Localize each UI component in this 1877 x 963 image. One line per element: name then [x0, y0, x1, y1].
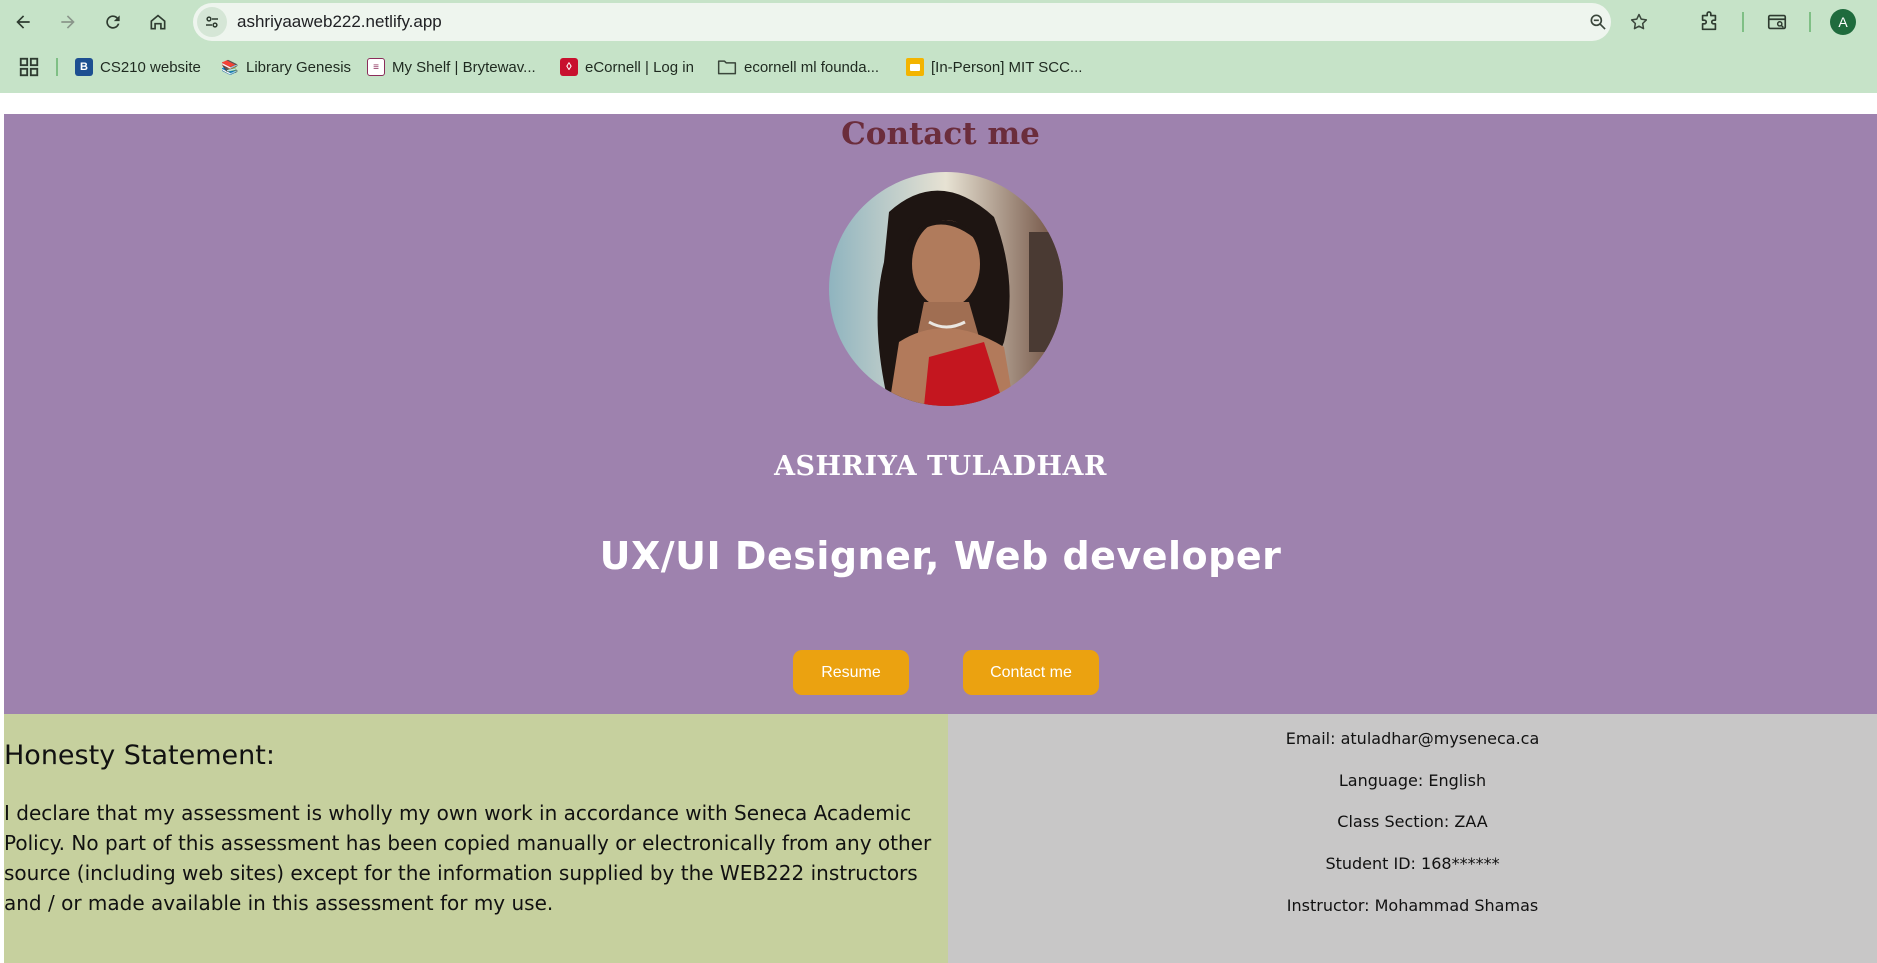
mit-favicon [906, 58, 924, 76]
toolbar-divider [1809, 12, 1811, 32]
home-icon [150, 14, 166, 30]
cs210-favicon: B [75, 58, 93, 76]
profile-avatar[interactable]: A [1830, 9, 1856, 35]
bookmark-star-button[interactable] [1628, 11, 1650, 33]
ecornell-favicon: ◊ [560, 58, 578, 76]
student-info-section: Email: atuladhar@myseneca.ca Language: E… [948, 714, 1877, 963]
honesty-heading: Honesty Statement: [4, 740, 275, 771]
navigation-toolbar: ashriyaaweb222.netlify.app A [0, 0, 1877, 44]
page-title: Contact me [841, 116, 1040, 152]
person-name: ASHRIYA TULADHAR [774, 451, 1107, 482]
address-bar[interactable]: ashriyaaweb222.netlify.app [193, 3, 1648, 41]
brytewave-favicon: ≡ [367, 58, 385, 76]
web-page: Contact me ASHRIYA TULADHAR UX/UI Design… [4, 114, 1877, 963]
bookmark-label: My Shelf | Brytewav... [392, 58, 536, 76]
extensions-button[interactable] [1695, 8, 1723, 36]
back-button[interactable] [8, 7, 38, 37]
forward-button[interactable] [53, 7, 83, 37]
bookmark-label: Library Genesis [246, 58, 352, 76]
apps-grid-icon[interactable] [18, 56, 40, 78]
bookmarks-bar: B CS210 website 📚 Library Genesis ≡ My S… [0, 50, 1877, 84]
class-section-text: Class Section: ZAA [1337, 812, 1488, 831]
zoom-button[interactable] [1587, 11, 1609, 33]
tab-search-icon [1767, 14, 1787, 30]
hero-section: Contact me ASHRIYA TULADHAR UX/UI Design… [4, 114, 1877, 714]
bookmark-label: ecornell ml founda... [744, 58, 880, 76]
star-icon [1630, 13, 1648, 30]
puzzle-icon [1701, 11, 1717, 31]
libgen-favicon: 📚 [221, 58, 239, 75]
folder-icon [717, 60, 737, 75]
honesty-statement-section: Honesty Statement: I declare that my ass… [4, 714, 948, 963]
email-text: Email: atuladhar@myseneca.ca [1285, 729, 1540, 748]
bookmark-folder-ecornell-ml[interactable]: ecornell ml founda... [717, 56, 879, 78]
resume-button[interactable]: Resume [793, 650, 909, 695]
language-text: Language: English [1338, 771, 1487, 790]
bookmark-label: eCornell | Log in [585, 58, 694, 76]
url-text[interactable]: ashriyaaweb222.netlify.app [237, 12, 442, 32]
reload-button[interactable] [98, 7, 128, 37]
home-button[interactable] [143, 7, 173, 37]
profile-photo [829, 172, 1063, 406]
bookmark-label: [In-Person] MIT SCC... [931, 58, 1083, 76]
bookmark-ecornell-login[interactable]: ◊ eCornell | Log in [560, 56, 694, 78]
toolbar-divider [1742, 12, 1744, 32]
bookmarks-divider [56, 58, 58, 76]
tab-search-button[interactable] [1763, 8, 1791, 36]
honesty-text: I declare that my assessment is wholly m… [4, 801, 932, 915]
bookmark-brytewave[interactable]: ≡ My Shelf | Brytewav... [367, 56, 536, 78]
instructor-text: Instructor: Mohammad Shamas [1286, 896, 1539, 915]
tune-icon [206, 16, 218, 28]
bookmark-library-genesis[interactable]: 📚 Library Genesis [221, 56, 351, 78]
reload-icon [106, 15, 120, 29]
bookmark-mit-scc[interactable]: [In-Person] MIT SCC... [906, 56, 1082, 78]
forward-arrow-icon [61, 15, 75, 29]
site-info-button[interactable] [197, 7, 227, 37]
bookmark-cs210[interactable]: B CS210 website [75, 56, 201, 78]
back-arrow-icon [16, 15, 30, 29]
role-title: UX/UI Designer, Web developer [599, 534, 1282, 578]
browser-chrome: ashriyaaweb222.netlify.app A B CS210 web… [0, 0, 1877, 93]
student-id-text: Student ID: 168****** [1325, 854, 1500, 873]
zoom-icon [1590, 14, 1606, 30]
contact-me-button[interactable]: Contact me [963, 650, 1099, 695]
bookmark-label: CS210 website [100, 58, 201, 76]
